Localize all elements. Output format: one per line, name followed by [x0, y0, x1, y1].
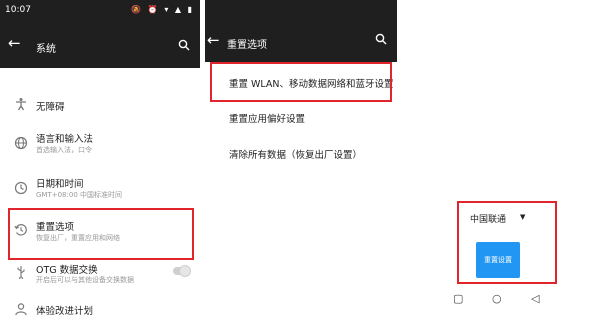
usb-icon	[17, 266, 25, 279]
settings-item-label: 语言和输入法	[36, 134, 94, 145]
home-nav-icon[interactable]: ○	[492, 292, 502, 305]
settings-item-language[interactable]: 语言和输入法 首选输入法，口令	[0, 128, 200, 160]
status-bar: 10:07 🔕 ⏰ ▾ ▲ ▮	[0, 0, 200, 22]
settings-item-subtitle: GMT+08:00 中国标准时间	[36, 191, 123, 199]
highlight-box-reset-network	[210, 62, 392, 102]
factory-reset-option[interactable]: 清除所有数据（恢复出厂设置）	[229, 147, 362, 161]
search-icon[interactable]	[375, 33, 387, 45]
settings-item-label: 无障碍	[36, 102, 65, 113]
accessibility-icon	[16, 98, 26, 111]
toggle-knob	[179, 265, 191, 277]
dropdown-caret-icon[interactable]: ▼	[520, 213, 525, 221]
highlight-box-reset-options	[8, 208, 194, 260]
back-nav-icon[interactable]: ◁	[531, 292, 539, 305]
settings-item-label: OTG 数据交换	[36, 265, 98, 276]
settings-item-experience-program[interactable]: 体验改进计划	[0, 300, 200, 320]
reset-app-preferences-option[interactable]: 重置应用偏好设置	[229, 111, 305, 125]
page-title: 系统	[36, 44, 56, 55]
recents-nav-icon[interactable]: ▢	[453, 292, 463, 305]
settings-item-otg[interactable]: OTG 数据交换 开启后可以与其他设备交换数据	[0, 261, 200, 291]
app-bar: ← 重置选项	[205, 0, 397, 62]
settings-item-subtitle: 开启后可以与其他设备交换数据	[36, 276, 134, 284]
system-settings-panel: 10:07 🔕 ⏰ ▾ ▲ ▮ ← 系统 无障碍 语言和输入法 首选输入法，口令	[0, 0, 200, 320]
status-icons: 🔕 ⏰ ▾ ▲ ▮	[131, 5, 194, 14]
back-arrow-icon[interactable]: ←	[207, 31, 220, 49]
settings-item-accessibility[interactable]: 无障碍	[0, 96, 200, 118]
settings-item-label: 体验改进计划	[36, 306, 94, 317]
app-bar: ← 系统	[0, 22, 200, 68]
carrier-select[interactable]: 中国联通	[470, 212, 506, 225]
settings-item-subtitle: 首选输入法，口令	[36, 146, 92, 154]
reset-settings-button[interactable]: 重置设置	[476, 242, 520, 278]
clock-icon	[14, 181, 28, 195]
otg-toggle[interactable]	[173, 265, 191, 277]
user-icon	[15, 303, 27, 316]
settings-item-date-time[interactable]: 日期和时间 GMT+08:00 中国标准时间	[0, 173, 200, 205]
settings-item-label: 日期和时间	[36, 179, 84, 190]
page-title: 重置选项	[227, 40, 267, 51]
reset-options-panel: ← 重置选项 重置 WLAN、移动数据网络和蓝牙设置 重置应用偏好设置 清除所有…	[205, 0, 397, 320]
search-icon[interactable]	[178, 39, 190, 51]
globe-icon	[14, 136, 28, 150]
back-arrow-icon[interactable]: ←	[8, 34, 21, 52]
status-time: 10:07	[5, 5, 31, 15]
